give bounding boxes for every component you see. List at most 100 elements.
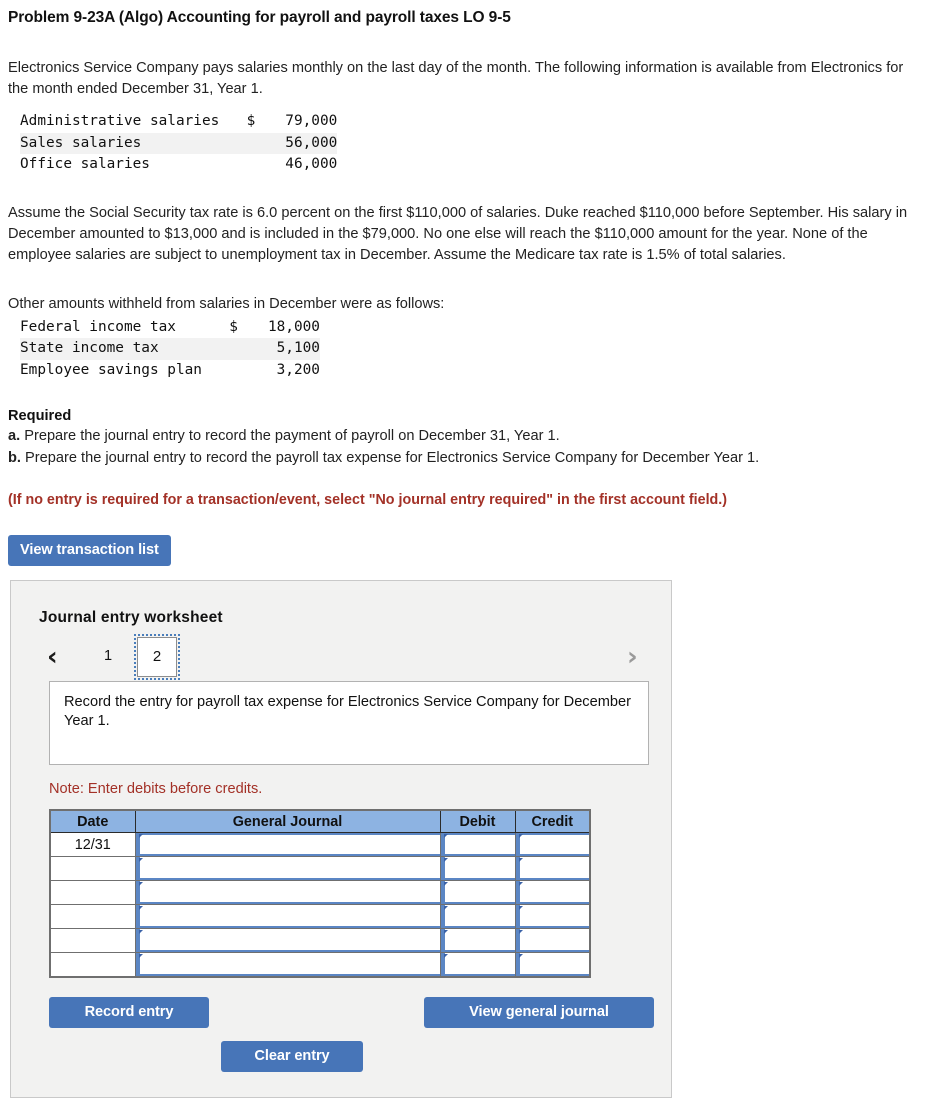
table-row bbox=[49, 928, 591, 953]
intro-paragraph: Electronics Service Company pays salarie… bbox=[8, 60, 904, 97]
column-header-credit: Credit bbox=[514, 809, 591, 833]
problem-page: Problem 9-23A (Algo) Accounting for payr… bbox=[0, 9, 944, 1103]
salary-amount: 46,000 bbox=[285, 156, 338, 172]
general-journal-input[interactable] bbox=[134, 880, 441, 905]
salary-label: Sales salaries bbox=[20, 132, 238, 154]
date-cell[interactable]: 12/31 bbox=[49, 832, 136, 857]
salary-label: Administrative salaries bbox=[20, 113, 220, 129]
debit-input[interactable] bbox=[439, 904, 516, 929]
required-item-b: b. Prepare the journal entry to record t… bbox=[8, 448, 944, 468]
worksheet-actions: Record entry View general journal Clear … bbox=[11, 997, 671, 1093]
withholding-label: Employee savings plan bbox=[20, 361, 202, 378]
cell-underline bbox=[440, 974, 515, 976]
salary-amount: 79,000 bbox=[285, 113, 338, 129]
withholding-label: Federal income tax bbox=[20, 318, 176, 335]
credit-input[interactable] bbox=[514, 856, 591, 881]
page-title: Problem 9-23A (Algo) Accounting for payr… bbox=[8, 9, 511, 26]
cell-underline bbox=[515, 974, 589, 976]
cell-corner-flag-icon bbox=[443, 930, 448, 934]
debit-input[interactable] bbox=[439, 952, 516, 978]
debit-input[interactable] bbox=[439, 928, 516, 953]
cell-corner-flag-icon bbox=[518, 834, 523, 838]
assumption-paragraph: Assume the Social Security tax rate is 6… bbox=[8, 204, 908, 263]
cell-corner-flag-icon bbox=[443, 882, 448, 886]
withholdings-intro: Other amounts withheld from salaries in … bbox=[8, 295, 445, 312]
cell-top-rule bbox=[440, 833, 515, 835]
cell-corner-flag-icon bbox=[443, 858, 448, 862]
cell-corner-flag-icon bbox=[138, 906, 143, 910]
cell-underline bbox=[135, 974, 440, 976]
general-journal-input[interactable] bbox=[134, 832, 441, 857]
general-journal-input[interactable] bbox=[134, 856, 441, 881]
general-journal-input[interactable] bbox=[134, 928, 441, 953]
debit-input[interactable] bbox=[439, 856, 516, 881]
debit-input[interactable] bbox=[439, 880, 516, 905]
record-entry-button[interactable]: Record entry bbox=[49, 997, 209, 1028]
cell-corner-flag-icon bbox=[138, 954, 143, 958]
required-item-a-marker: a. bbox=[8, 428, 21, 444]
table-row: Office salaries 46,000 bbox=[20, 154, 337, 176]
table-row: Administrative salaries $ 79,000 bbox=[20, 111, 337, 133]
transaction-list-toolbar: View transaction list bbox=[8, 535, 944, 566]
withholding-amount: 5,100 bbox=[243, 338, 320, 360]
cell-corner-flag-icon bbox=[518, 906, 523, 910]
general-journal-input[interactable] bbox=[134, 904, 441, 929]
required-item-b-marker: b. bbox=[8, 450, 21, 466]
column-header-debit: Debit bbox=[439, 809, 516, 833]
cell-corner-flag-icon bbox=[443, 834, 448, 838]
cell-corner-flag-icon bbox=[138, 858, 143, 862]
table-row bbox=[49, 904, 591, 929]
worksheet-page-2-selected[interactable]: 2 bbox=[134, 634, 180, 680]
cell-corner-flag-icon bbox=[138, 834, 143, 838]
chevron-left-icon[interactable]: ‹ bbox=[47, 642, 58, 672]
required-item-a-text: Prepare the journal entry to record the … bbox=[24, 428, 560, 444]
clear-entry-button[interactable]: Clear entry bbox=[221, 1041, 363, 1072]
worksheet-pager: ‹ 1 2 › bbox=[33, 634, 648, 681]
date-cell[interactable] bbox=[49, 952, 136, 978]
cell-top-rule bbox=[135, 833, 440, 835]
date-cell[interactable] bbox=[49, 856, 136, 881]
chevron-right-icon[interactable]: › bbox=[627, 642, 638, 672]
cell-corner-flag-icon bbox=[518, 930, 523, 934]
view-general-journal-button[interactable]: View general journal bbox=[424, 997, 654, 1028]
date-cell[interactable] bbox=[49, 904, 136, 929]
cell-corner-flag-icon bbox=[138, 882, 143, 886]
table-row: Employee savings plan 3,200 bbox=[20, 360, 320, 382]
worksheet-prompt-text: Record the entry for payroll tax expense… bbox=[64, 694, 631, 729]
cell-corner-flag-icon bbox=[138, 930, 143, 934]
cell-corner-flag-icon bbox=[518, 858, 523, 862]
cell-corner-flag-icon bbox=[518, 882, 523, 886]
worksheet-title: Journal entry worksheet bbox=[39, 609, 223, 626]
salary-amount: 56,000 bbox=[261, 132, 338, 154]
cell-corner-flag-icon bbox=[443, 906, 448, 910]
credit-input[interactable] bbox=[514, 832, 591, 857]
credit-input[interactable] bbox=[514, 880, 591, 905]
date-cell[interactable] bbox=[49, 928, 136, 953]
credit-input[interactable] bbox=[514, 928, 591, 953]
date-cell[interactable] bbox=[49, 880, 136, 905]
salary-currency bbox=[237, 132, 262, 154]
credit-input[interactable] bbox=[514, 904, 591, 929]
table-row: State income tax 5,100 bbox=[20, 338, 320, 360]
table-row: 12/31 bbox=[49, 832, 591, 857]
worksheet-page-1[interactable]: 1 bbox=[95, 644, 121, 668]
column-header-date: Date bbox=[49, 809, 136, 833]
table-row bbox=[49, 880, 591, 905]
required-heading: Required bbox=[8, 408, 72, 424]
journal-header-row: Date General Journal Debit Credit bbox=[49, 809, 591, 833]
view-transaction-list-button[interactable]: View transaction list bbox=[8, 535, 171, 566]
withholding-currency bbox=[219, 338, 244, 360]
withholding-currency: $ bbox=[229, 318, 238, 335]
withholding-currency bbox=[220, 360, 244, 382]
required-item-b-text: Prepare the journal entry to record the … bbox=[25, 450, 760, 466]
salary-currency bbox=[237, 154, 261, 176]
withholding-label: State income tax bbox=[20, 338, 220, 360]
withholdings-table: Federal income tax $ 18,000 State income… bbox=[20, 317, 320, 382]
credit-input[interactable] bbox=[514, 952, 591, 978]
general-journal-input[interactable] bbox=[134, 952, 441, 978]
table-row: Federal income tax $ 18,000 bbox=[20, 317, 320, 339]
cell-top-rule bbox=[515, 833, 589, 835]
cell-corner-flag-icon bbox=[518, 954, 523, 958]
debit-input[interactable] bbox=[439, 832, 516, 857]
column-header-general-journal: General Journal bbox=[134, 809, 441, 833]
